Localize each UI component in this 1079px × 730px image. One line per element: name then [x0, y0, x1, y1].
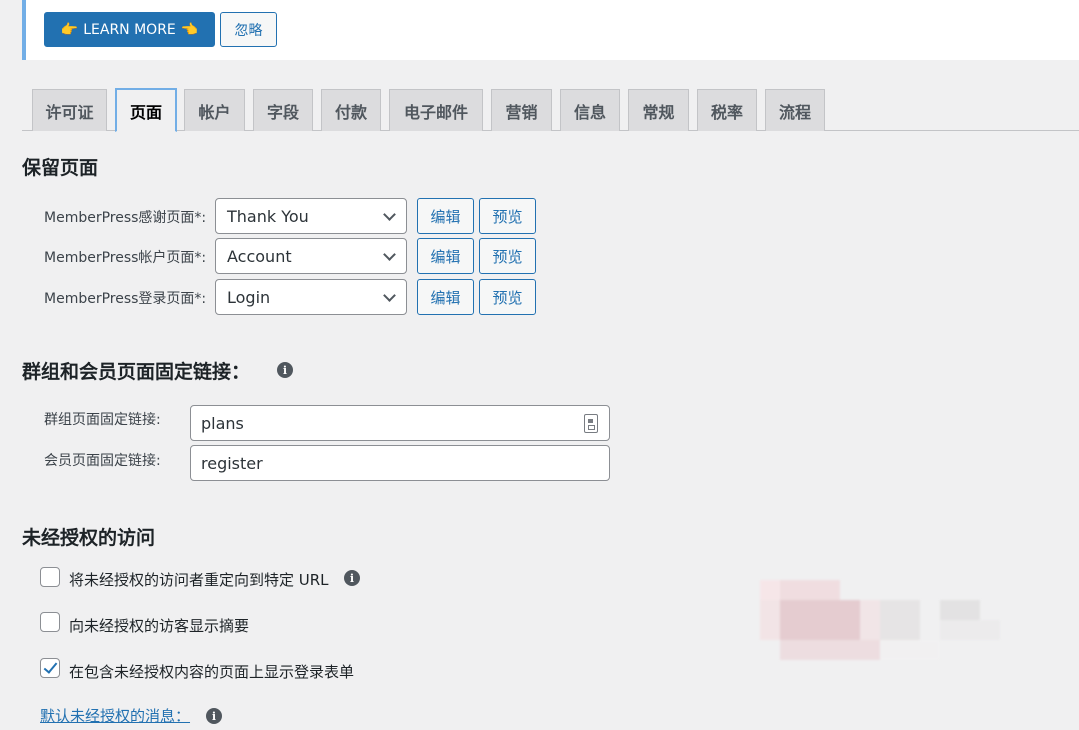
- show-login-form-label: 在包含未经授权内容的页面上显示登录表单: [69, 663, 355, 681]
- tab-pages[interactable]: 页面: [115, 88, 177, 132]
- pointing-hand-icon: 👉: [60, 21, 79, 38]
- account-page-value: Account: [227, 246, 292, 266]
- thank-you-page-label: MemberPress感谢页面*:: [44, 210, 207, 226]
- member-permalink-label: 会员页面固定链接:: [44, 453, 161, 469]
- tab-license[interactable]: 许可证: [32, 89, 107, 131]
- redirect-unauthorized-label: 将未经授权的访问者重定向到特定 URL: [69, 571, 329, 589]
- group-permalink-input[interactable]: plans: [190, 405, 610, 441]
- chevron-down-icon: [383, 208, 396, 221]
- tab-account[interactable]: 帐户: [184, 89, 245, 131]
- tab-general[interactable]: 常规: [628, 89, 689, 131]
- login-preview-button[interactable]: 预览: [479, 279, 536, 315]
- info-icon[interactable]: i: [344, 570, 360, 586]
- thank-you-page-value: Thank You: [227, 206, 309, 226]
- group-permalink-value: plans: [201, 413, 244, 433]
- ignore-button[interactable]: 忽略: [220, 12, 277, 47]
- login-page-value: Login: [227, 287, 271, 307]
- permalinks-heading: 群组和会员页面固定链接：: [22, 361, 251, 383]
- login-page-select[interactable]: Login: [215, 279, 407, 315]
- account-page-label: MemberPress帐户页面*:: [44, 250, 207, 266]
- redirect-unauthorized-checkbox[interactable]: [40, 567, 60, 587]
- learn-more-label: LEARN MORE: [83, 21, 176, 38]
- member-permalink-value: register: [201, 453, 263, 473]
- tab-info[interactable]: 信息: [560, 89, 620, 131]
- tab-fields[interactable]: 字段: [253, 89, 313, 131]
- account-preview-button[interactable]: 预览: [479, 238, 536, 274]
- tab-marketing[interactable]: 营销: [491, 89, 552, 131]
- unauthorized-heading: 未经授权的访问: [22, 527, 156, 549]
- tab-payments[interactable]: 付款: [321, 89, 381, 131]
- chevron-down-icon: [383, 289, 396, 302]
- member-permalink-input[interactable]: register: [190, 445, 610, 481]
- info-icon[interactable]: i: [206, 708, 222, 724]
- account-page-select[interactable]: Account: [215, 238, 407, 274]
- login-edit-button[interactable]: 编辑: [417, 279, 474, 315]
- thank-you-edit-button[interactable]: 编辑: [417, 198, 474, 234]
- pointing-hand-icon: 👈: [180, 21, 199, 38]
- show-excerpt-checkbox[interactable]: [40, 612, 60, 632]
- info-icon[interactable]: i: [277, 362, 293, 378]
- group-permalink-label: 群组页面固定链接:: [44, 412, 161, 428]
- default-unauthorized-message-link[interactable]: 默认未经授权的消息：: [40, 705, 190, 726]
- blurred-watermark: [760, 580, 1000, 660]
- thank-you-preview-button[interactable]: 预览: [479, 198, 536, 234]
- tab-taxes[interactable]: 税率: [697, 89, 757, 131]
- login-page-label: MemberPress登录页面*:: [44, 291, 207, 307]
- learn-more-button[interactable]: 👉 LEARN MORE 👈: [44, 12, 215, 47]
- password-manager-icon[interactable]: [584, 414, 598, 433]
- show-login-form-checkbox[interactable]: [40, 658, 60, 678]
- tab-flow[interactable]: 流程: [765, 89, 825, 131]
- show-excerpt-label: 向未经授权的访客显示摘要: [69, 617, 250, 635]
- tab-email[interactable]: 电子邮件: [389, 89, 483, 131]
- reserved-pages-heading: 保留页面: [22, 157, 99, 179]
- account-edit-button[interactable]: 编辑: [417, 238, 474, 274]
- chevron-down-icon: [383, 248, 396, 261]
- thank-you-page-select[interactable]: Thank You: [215, 198, 407, 234]
